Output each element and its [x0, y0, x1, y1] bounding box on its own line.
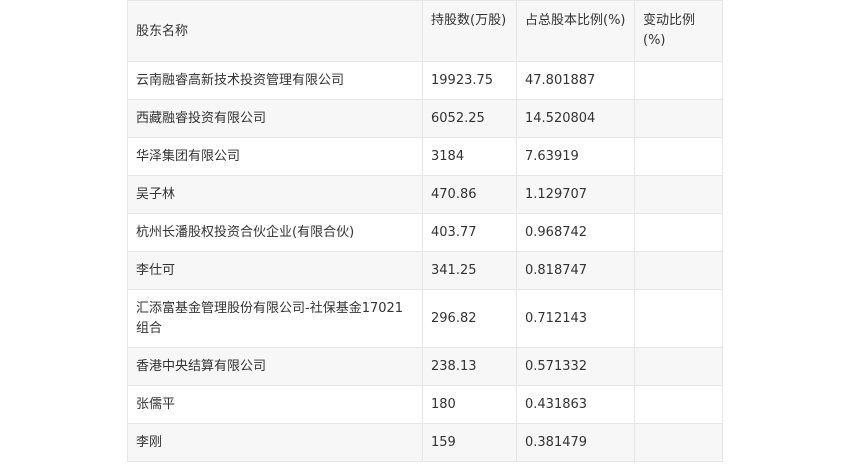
cell-shareholder-name: 李刚 [127, 423, 423, 462]
table-row: 杭州长潘股权投资合伙企业(有限合伙) 403.77 0.968742 [127, 213, 723, 252]
table-row: 香港中央结算有限公司 238.13 0.571332 [127, 347, 723, 386]
cell-change-ratio [634, 213, 723, 252]
table-row: 云南融睿高新技术投资管理有限公司 19923.75 47.801887 [127, 61, 723, 100]
shareholder-table-container: 股东名称 持股数(万股) 占总股本比例(%) 变动比例(%) 云南融睿高新技术投… [127, 0, 723, 462]
table-row: 汇添富基金管理股份有限公司-社保基金17021组合 296.82 0.71214… [127, 289, 723, 348]
cell-shares-held: 19923.75 [422, 61, 517, 100]
table-row: 吴子林 470.86 1.129707 [127, 175, 723, 214]
cell-change-ratio [634, 99, 723, 138]
cell-shares-held: 296.82 [422, 289, 517, 348]
cell-share-ratio: 14.520804 [516, 99, 635, 138]
cell-change-ratio [634, 61, 723, 100]
cell-shareholder-name: 汇添富基金管理股份有限公司-社保基金17021组合 [127, 289, 423, 348]
cell-shareholder-name: 西藏融睿投资有限公司 [127, 99, 423, 138]
table-row: 张儒平 180 0.431863 [127, 385, 723, 424]
cell-share-ratio: 0.571332 [516, 347, 635, 386]
cell-share-ratio: 1.129707 [516, 175, 635, 214]
cell-shareholder-name: 李仕可 [127, 251, 423, 290]
cell-shareholder-name: 吴子林 [127, 175, 423, 214]
cell-shareholder-name: 香港中央结算有限公司 [127, 347, 423, 386]
cell-shares-held: 180 [422, 385, 517, 424]
header-share-ratio: 占总股本比例(%) [516, 0, 635, 62]
cell-change-ratio [634, 385, 723, 424]
cell-change-ratio [634, 347, 723, 386]
shareholder-table: 股东名称 持股数(万股) 占总股本比例(%) 变动比例(%) 云南融睿高新技术投… [127, 0, 723, 462]
cell-shares-held: 159 [422, 423, 517, 462]
cell-share-ratio: 47.801887 [516, 61, 635, 100]
cell-share-ratio: 7.63919 [516, 137, 635, 176]
cell-shareholder-name: 杭州长潘股权投资合伙企业(有限合伙) [127, 213, 423, 252]
cell-shares-held: 6052.25 [422, 99, 517, 138]
cell-shares-held: 470.86 [422, 175, 517, 214]
cell-shareholder-name: 华泽集团有限公司 [127, 137, 423, 176]
table-row: 华泽集团有限公司 3184 7.63919 [127, 137, 723, 176]
cell-share-ratio: 0.818747 [516, 251, 635, 290]
header-change-ratio: 变动比例(%) [634, 0, 723, 62]
cell-share-ratio: 0.968742 [516, 213, 635, 252]
cell-share-ratio: 0.381479 [516, 423, 635, 462]
cell-shares-held: 341.25 [422, 251, 517, 290]
cell-shares-held: 403.77 [422, 213, 517, 252]
table-row: 西藏融睿投资有限公司 6052.25 14.520804 [127, 99, 723, 138]
cell-shareholder-name: 张儒平 [127, 385, 423, 424]
cell-share-ratio: 0.431863 [516, 385, 635, 424]
cell-change-ratio [634, 423, 723, 462]
cell-change-ratio [634, 137, 723, 176]
cell-share-ratio: 0.712143 [516, 289, 635, 348]
cell-shares-held: 238.13 [422, 347, 517, 386]
cell-change-ratio [634, 251, 723, 290]
table-row: 李仕可 341.25 0.818747 [127, 251, 723, 290]
cell-shareholder-name: 云南融睿高新技术投资管理有限公司 [127, 61, 423, 100]
table-header-row: 股东名称 持股数(万股) 占总股本比例(%) 变动比例(%) [127, 0, 723, 62]
header-shareholder-name: 股东名称 [127, 0, 423, 62]
table-row: 李刚 159 0.381479 [127, 423, 723, 462]
cell-change-ratio [634, 289, 723, 348]
cell-shares-held: 3184 [422, 137, 517, 176]
cell-change-ratio [634, 175, 723, 214]
header-shares-held: 持股数(万股) [422, 0, 517, 62]
